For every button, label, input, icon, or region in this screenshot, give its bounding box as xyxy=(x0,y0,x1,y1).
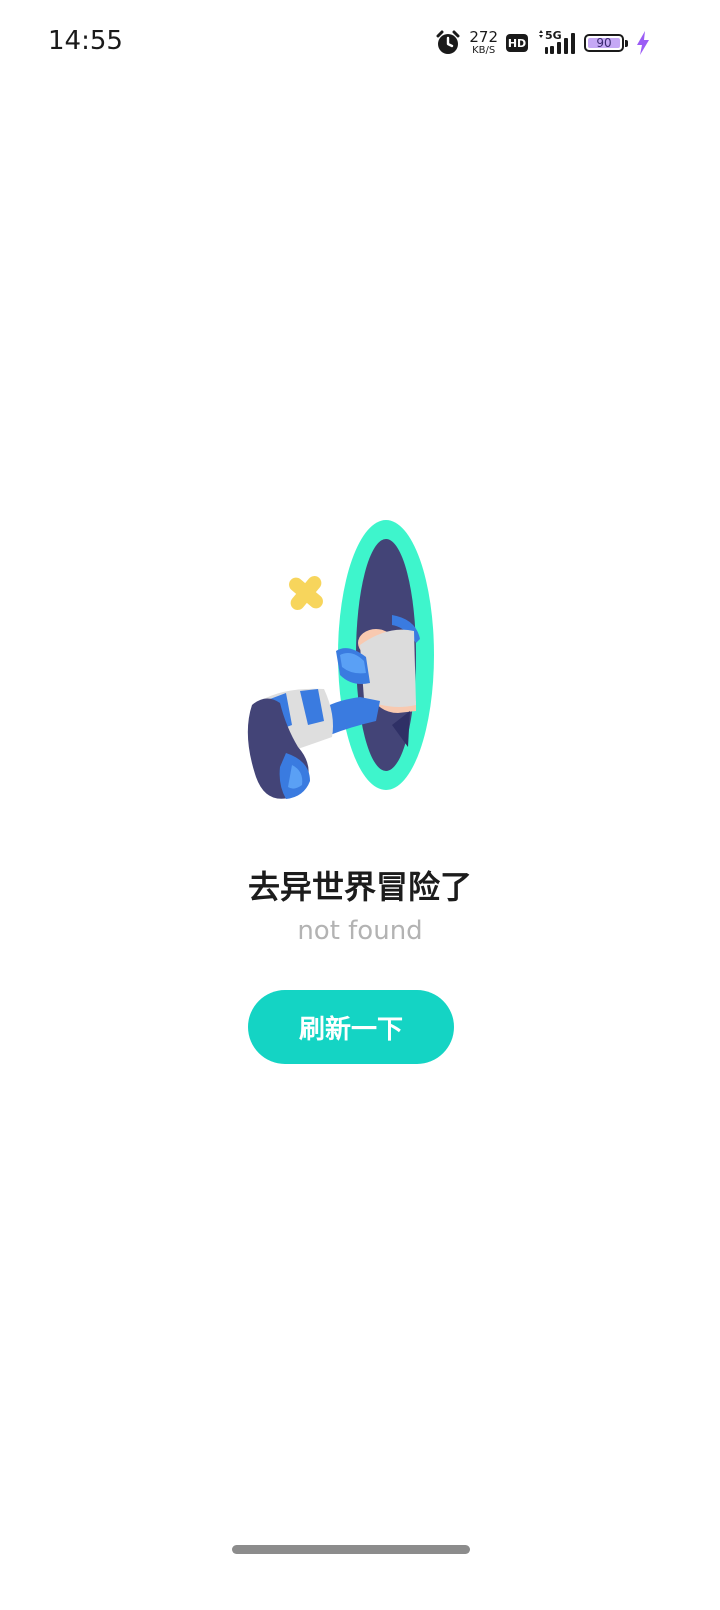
network-speed-value: 272 xyxy=(469,28,498,46)
network-speed: 272 KB/S xyxy=(469,30,498,56)
home-indicator[interactable] xyxy=(232,1545,470,1554)
signal-5g-icon: 5G xyxy=(536,29,576,56)
page-title: 去异世界冒险了 xyxy=(247,868,472,906)
portal-legs-illustration xyxy=(240,515,480,805)
page-subtitle: not found xyxy=(297,916,423,946)
status-icons: 272 KB/S HD 5G 90 xyxy=(435,28,650,58)
charging-icon xyxy=(636,31,650,55)
network-type-label: 5G xyxy=(545,29,562,42)
battery-icon: 90 xyxy=(584,34,628,52)
network-speed-unit: KB/S xyxy=(472,45,496,56)
status-bar: 14:55 272 KB/S HD 5G 90 xyxy=(0,0,720,86)
refresh-button[interactable]: 刷新一下 xyxy=(248,990,454,1064)
hd-icon: HD xyxy=(506,34,528,52)
alarm-icon xyxy=(435,30,461,56)
status-time: 14:55 xyxy=(48,26,123,56)
battery-level: 90 xyxy=(588,37,620,49)
sparkle-icon xyxy=(289,576,323,610)
